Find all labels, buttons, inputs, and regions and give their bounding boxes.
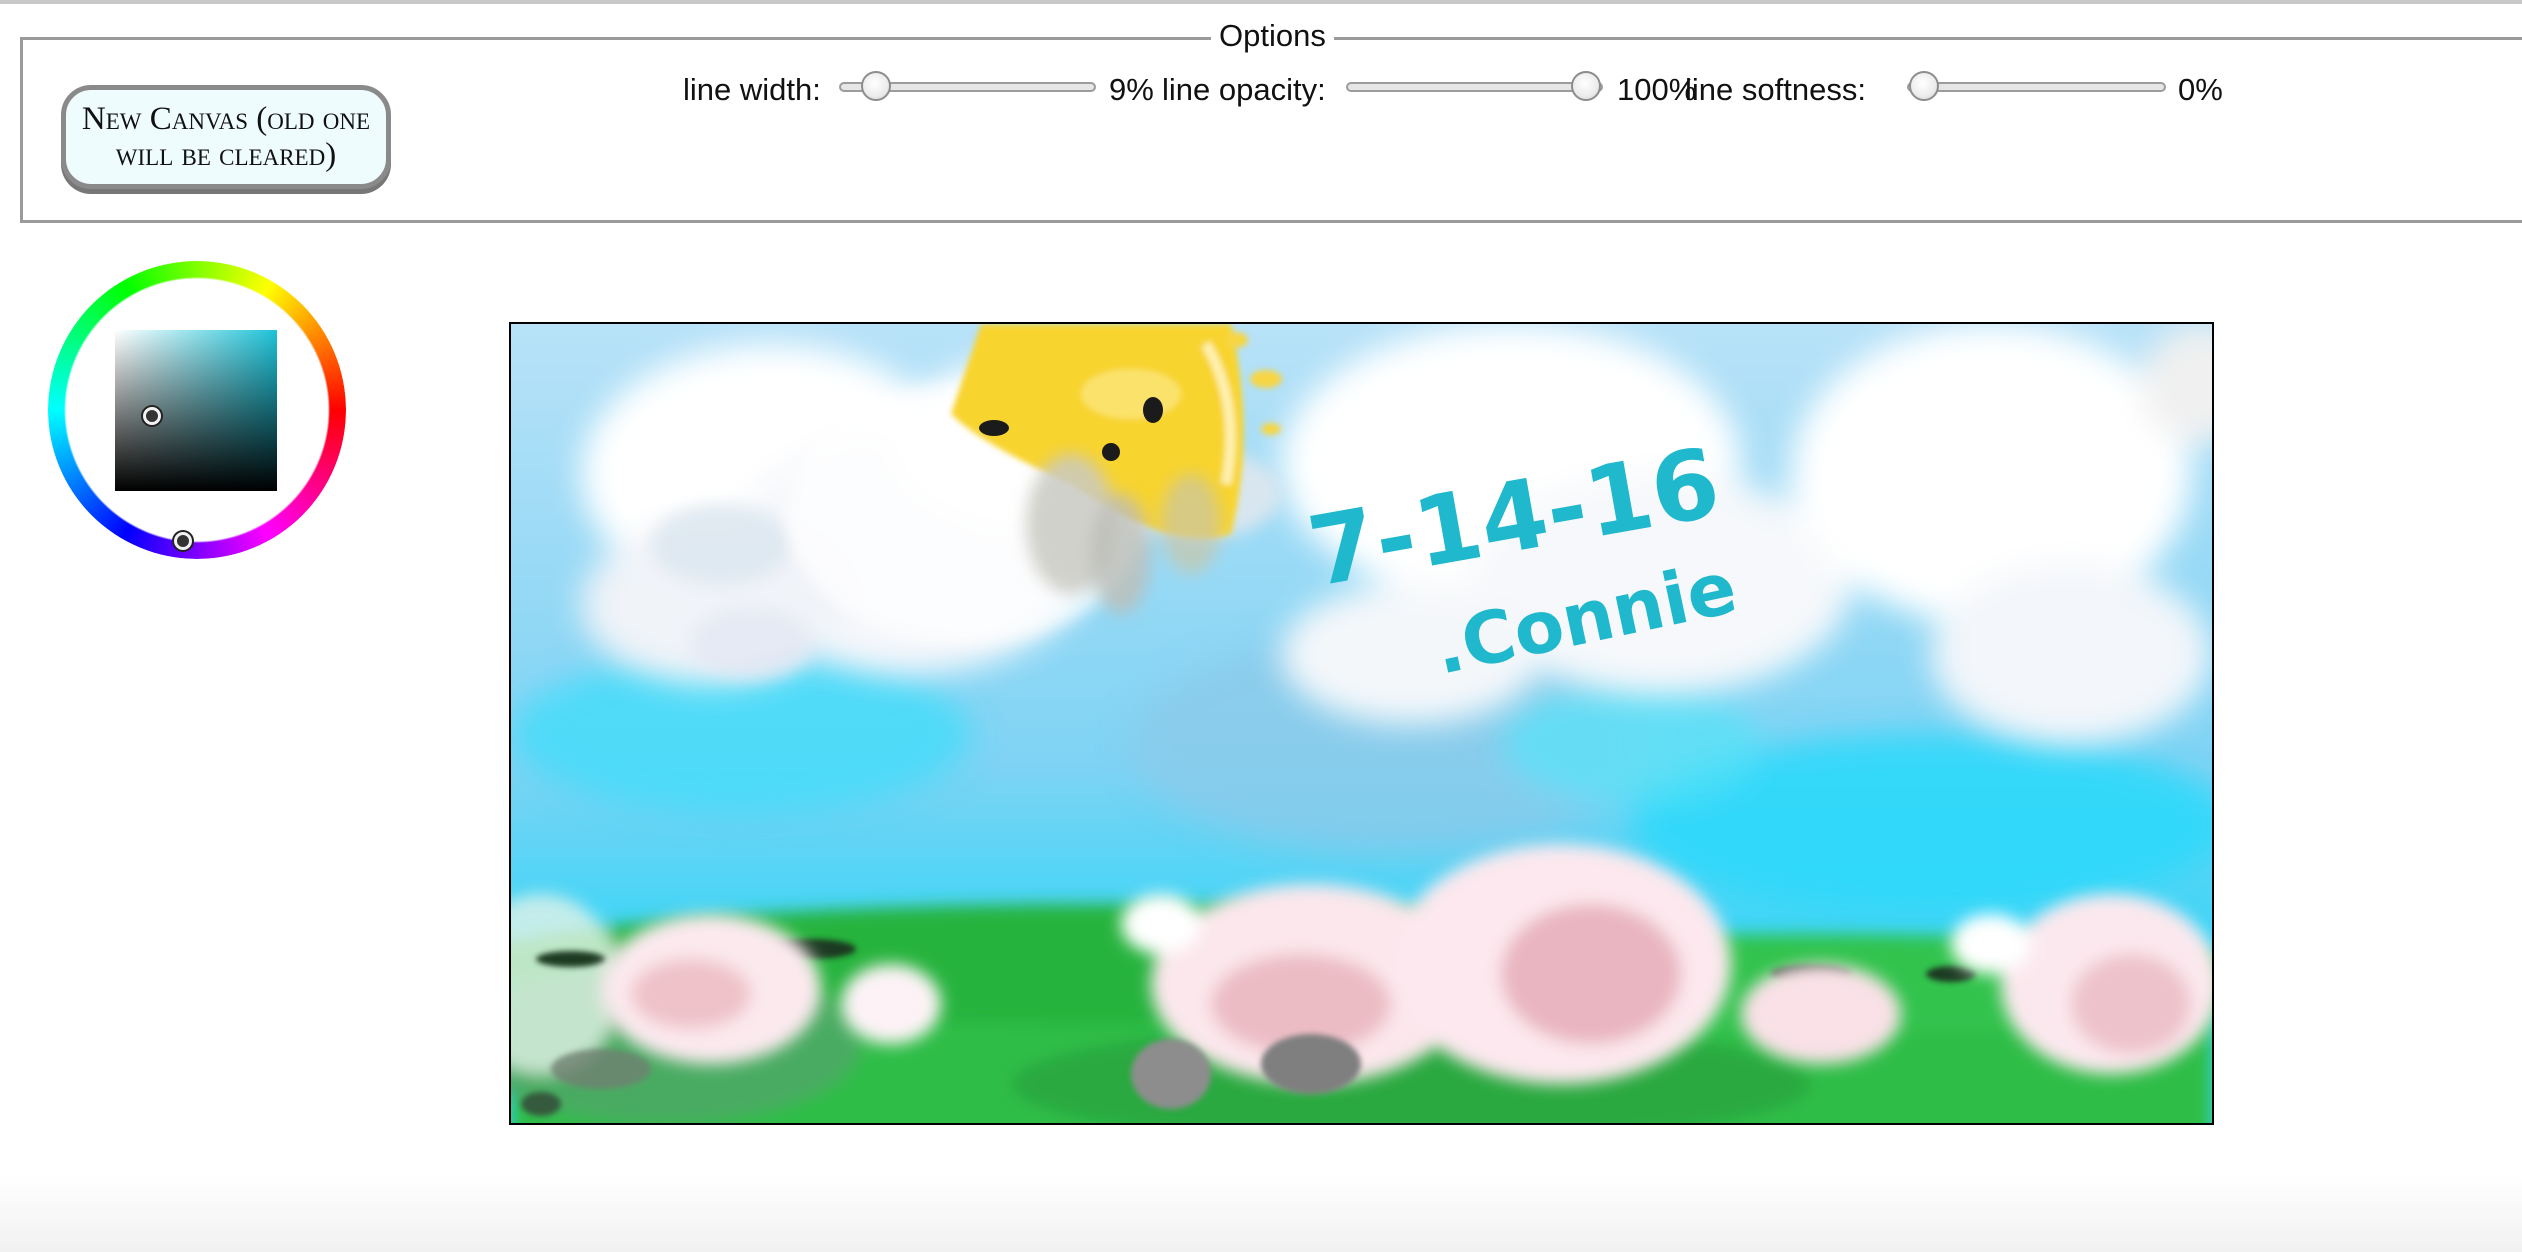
hue-marker[interactable]: [174, 532, 192, 550]
line-softness-slider-thumb[interactable]: [1909, 71, 1939, 101]
saturation-brightness-marker[interactable]: [143, 407, 161, 425]
line-width-value: 9%: [1109, 72, 1154, 107]
new-canvas-button[interactable]: New Canvas (old one will be cleared): [61, 85, 391, 189]
line-opacity-label: line opacity:: [1162, 72, 1326, 107]
drawing-canvas[interactable]: 7-14-16 .Connie: [509, 322, 2214, 1125]
page-footer-fade: [0, 1175, 2522, 1252]
canvas-painting: 7-14-16 .Connie: [511, 324, 2212, 1123]
line-width-slider-thumb[interactable]: [861, 71, 892, 101]
line-softness-value: 0%: [2178, 72, 2223, 107]
line-opacity-slider[interactable]: [1346, 71, 1603, 101]
line-width-label: line width:: [683, 72, 821, 107]
line-opacity-slider-thumb[interactable]: [1571, 71, 1601, 101]
options-panel: [20, 37, 2522, 223]
line-softness-slider[interactable]: [1907, 71, 2166, 101]
options-legend: Options: [1211, 16, 1334, 56]
saturation-brightness-square[interactable]: [115, 330, 277, 491]
top-divider: [0, 0, 2522, 4]
line-softness-label: line softness:: [1685, 72, 1866, 107]
line-width-slider[interactable]: [839, 71, 1096, 101]
